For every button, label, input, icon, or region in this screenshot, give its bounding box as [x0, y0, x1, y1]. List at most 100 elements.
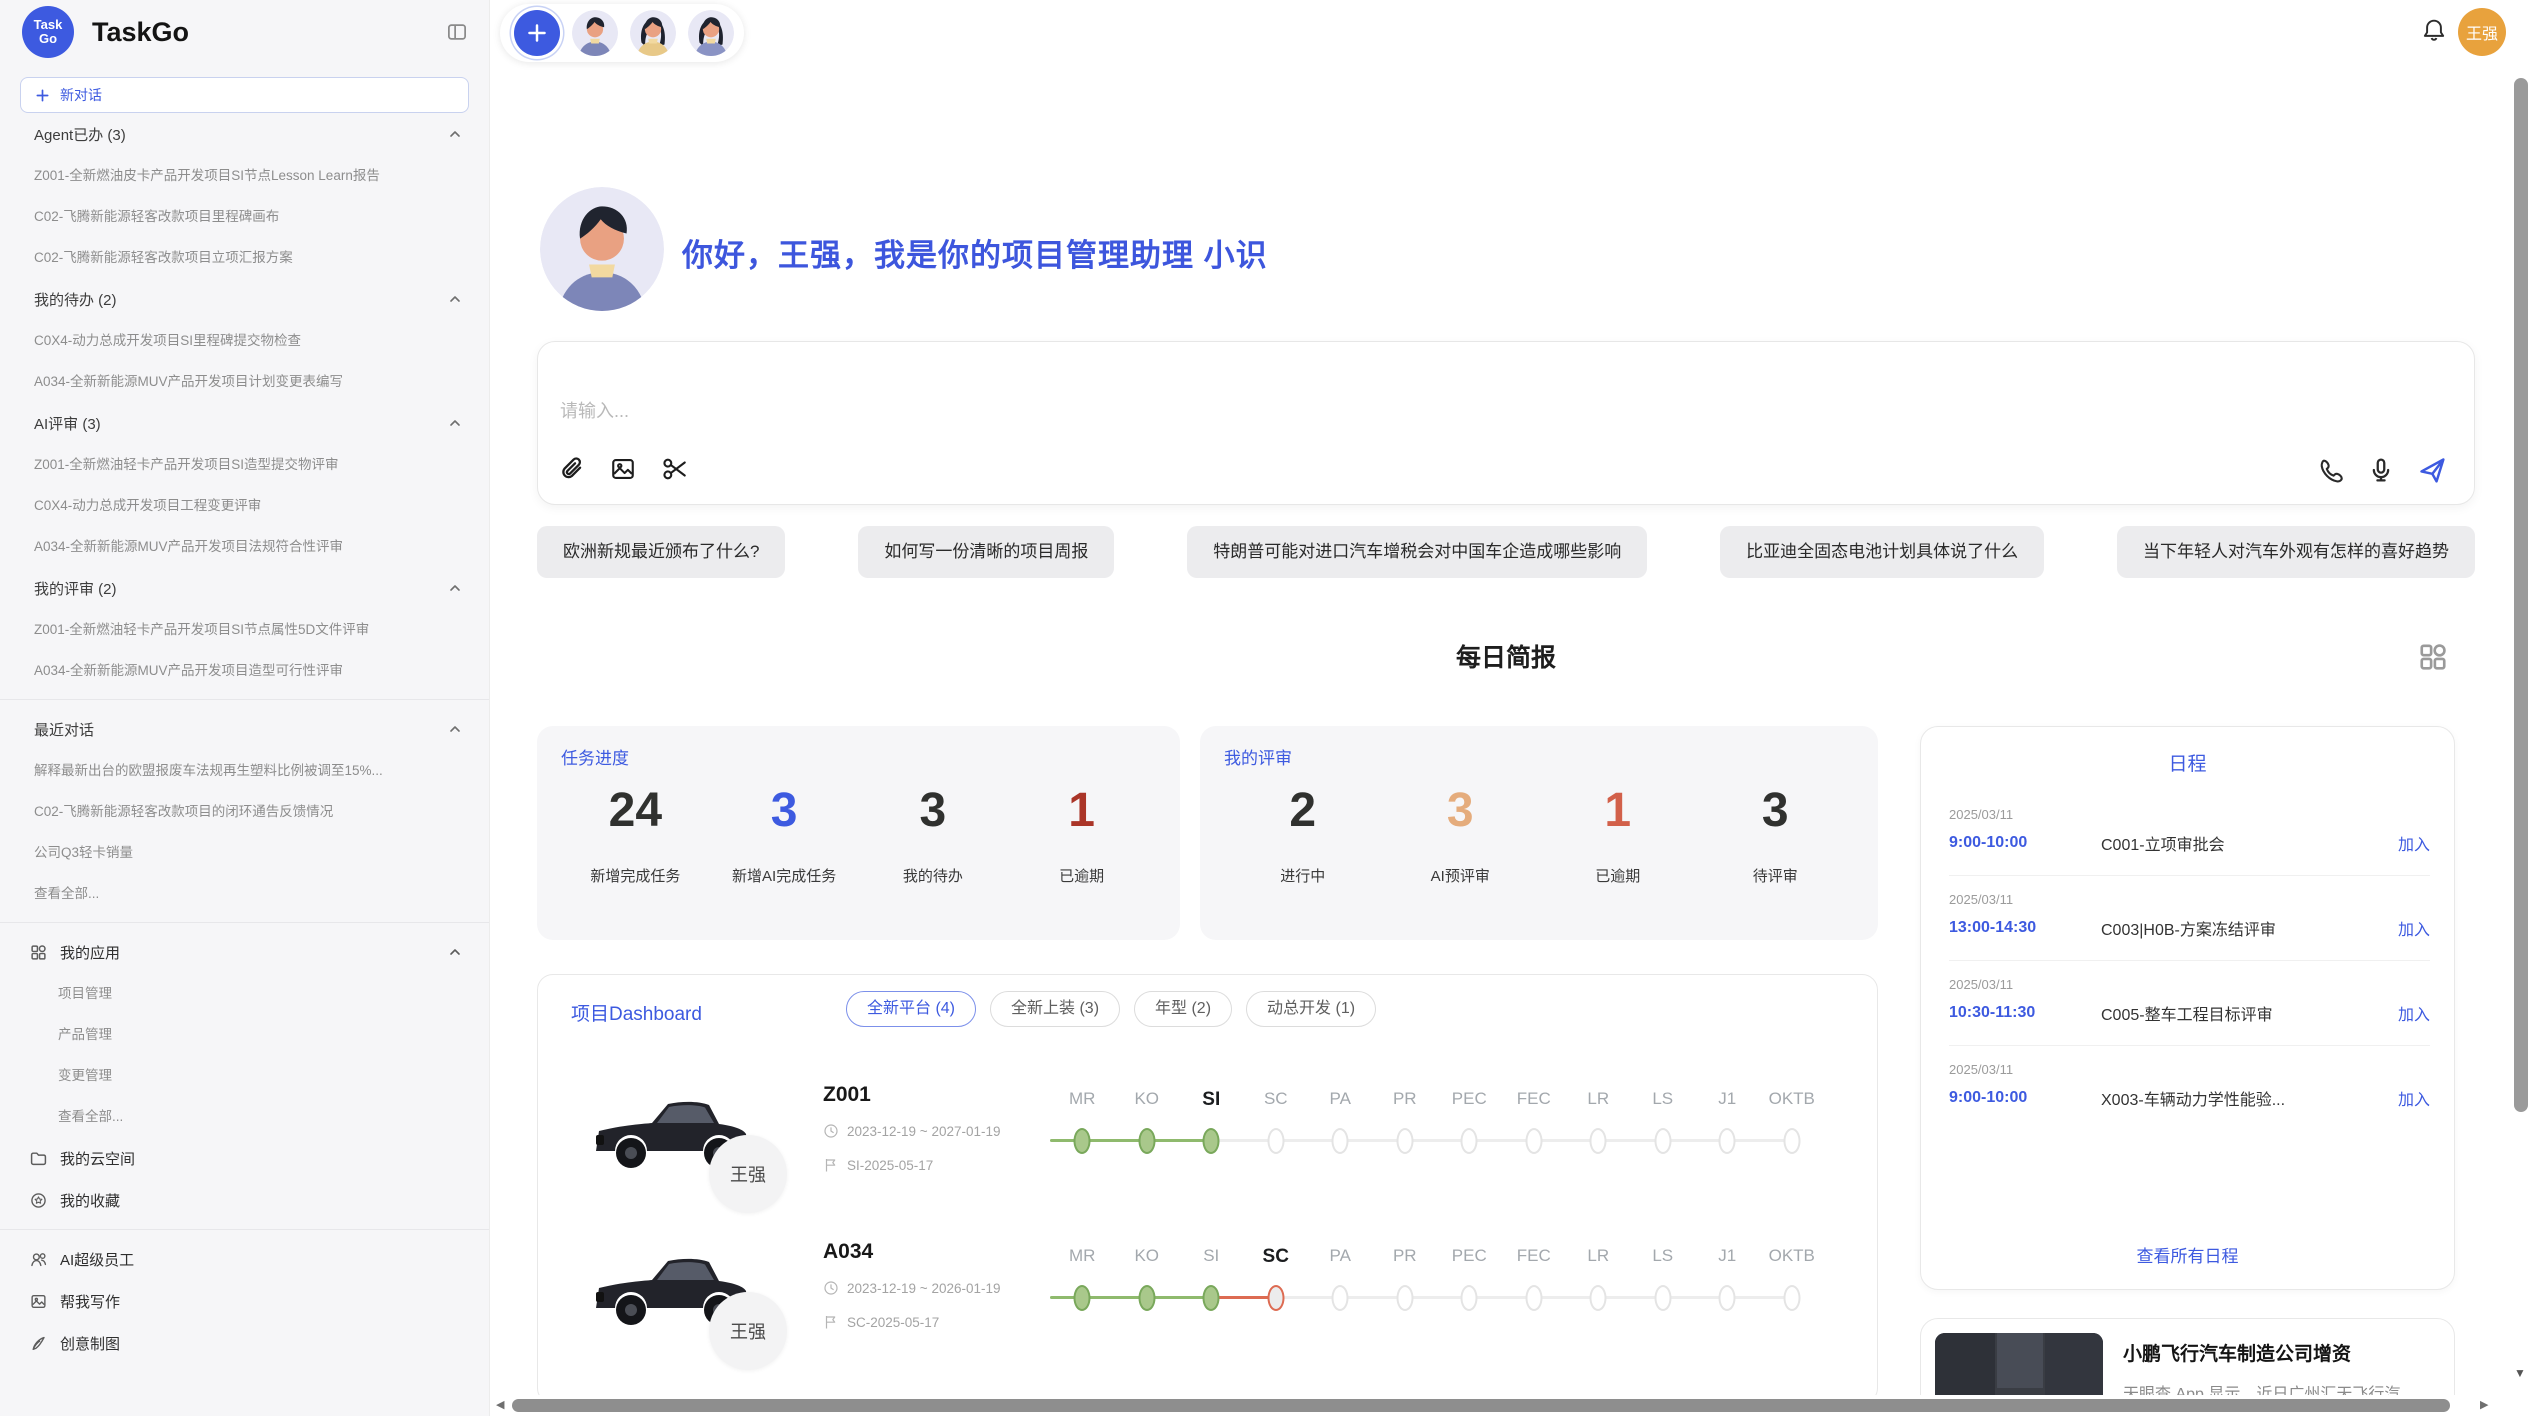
sidebar-tool-help-me-write[interactable]: 帮我写作	[0, 1280, 489, 1322]
sidebar-item[interactable]: A034-全新新能源MUV产品开发项目法规符合性评审	[0, 526, 489, 567]
recent-chat-item[interactable]: C02-飞腾新能源轻客改款项目的闭环通告反馈情况	[0, 791, 489, 832]
session-avatar-3[interactable]	[688, 10, 734, 56]
paperclip-icon[interactable]	[558, 456, 584, 482]
project-row-A034[interactable]: 王强 A034 2023-12-19 ~ 2026-01-19 SC-2025-…	[538, 1232, 1877, 1392]
suggestion-chip[interactable]: 比亚迪全固态电池计划具体说了什么	[1720, 526, 2044, 578]
milestone-timeline: MRKOSISCPAPRPECFECLRLSJ1OKTB	[1050, 1232, 1824, 1392]
schedule-event-title: C005-整车工程目标评审	[2101, 1001, 2386, 1025]
vertical-scroll-thumb[interactable]	[2514, 78, 2528, 1112]
recent-chat-item[interactable]: 解释最新出台的欧盟报废车法规再生塑料比例被调至15%...	[0, 750, 489, 791]
project-row-Z001[interactable]: 王强 Z001 2023-12-19 ~ 2027-01-19 SI-2025-…	[538, 1075, 1877, 1235]
suggestion-chip[interactable]: 如何写一份清晰的项目周报	[858, 526, 1114, 578]
join-link[interactable]: 加入	[2398, 831, 2430, 855]
scroll-right-icon[interactable]: ▶	[2480, 1398, 2488, 1411]
sidebar-tool-ai-super-staff[interactable]: AI超级员工	[0, 1238, 489, 1280]
milestone-dot-SC[interactable]	[1267, 1285, 1284, 1311]
sidebar-item[interactable]: C02-飞腾新能源轻客改款项目立项汇报方案	[0, 237, 489, 278]
milestone-label-PEC: PEC	[1437, 1246, 1502, 1266]
sidebar-item[interactable]: C02-飞腾新能源轻客改款项目里程碑画布	[0, 196, 489, 237]
milestone-dot-LR[interactable]	[1590, 1285, 1607, 1311]
app-item[interactable]: 变更管理	[0, 1055, 489, 1096]
sidebar-section-header-0[interactable]: Agent已办 (3)	[0, 113, 489, 155]
join-link[interactable]: 加入	[2398, 1086, 2430, 1110]
sidebar-item[interactable]: A034-全新新能源MUV产品开发项目计划变更表编写	[0, 361, 489, 402]
milestone-dot-PR[interactable]	[1396, 1128, 1413, 1154]
horizontal-scrollbar[interactable]: ◀ ▶	[490, 1395, 2532, 1416]
sidebar-item[interactable]: C0X4-动力总成开发项目SI里程碑提交物检查	[0, 320, 489, 361]
milestone-dot-LS[interactable]	[1654, 1128, 1671, 1154]
new-chat-button[interactable]: 新对话	[20, 77, 469, 113]
milestone-dot-FEC[interactable]	[1525, 1285, 1542, 1311]
sidebar-section-header-1[interactable]: 我的待办 (2)	[0, 278, 489, 320]
suggestion-chip[interactable]: 当下年轻人对汽车外观有怎样的喜好趋势	[2117, 526, 2475, 578]
sidebar-section-header-3[interactable]: 我的评审 (2)	[0, 567, 489, 609]
schedule-date: 2025/03/11	[1949, 807, 2430, 822]
app-item[interactable]: 项目管理	[0, 973, 489, 1014]
sidebar-item[interactable]: Z001-全新燃油轻卡产品开发项目SI节点属性5D文件评审	[0, 609, 489, 650]
join-link[interactable]: 加入	[2398, 1001, 2430, 1025]
milestone-dot-J1[interactable]	[1719, 1128, 1736, 1154]
milestone-dot-SC[interactable]	[1267, 1128, 1284, 1154]
milestone-dot-PA[interactable]	[1332, 1285, 1349, 1311]
milestone-dot-PEC[interactable]	[1461, 1285, 1478, 1311]
milestone-dot-SI[interactable]	[1203, 1128, 1220, 1154]
milestone-dot-LR[interactable]	[1590, 1128, 1607, 1154]
milestone-dot-OKTB[interactable]	[1783, 1128, 1800, 1154]
milestone-dot-FEC[interactable]	[1525, 1128, 1542, 1154]
send-icon[interactable]	[2418, 456, 2446, 484]
recent-chats-header[interactable]: 最近对话	[0, 708, 489, 750]
chat-input[interactable]	[558, 400, 1762, 423]
horizontal-scroll-thumb[interactable]	[512, 1399, 2450, 1412]
recent-chat-item[interactable]: 公司Q3轻卡销量	[0, 832, 489, 873]
flag-icon	[823, 1157, 839, 1173]
sidebar-tool-creative-drawing[interactable]: 创意制图	[0, 1322, 489, 1364]
dashboard-tab-3[interactable]: 动总开发 (1)	[1246, 991, 1376, 1027]
dashboard-tab-2[interactable]: 年型 (2)	[1134, 991, 1232, 1027]
milestone-dot-PEC[interactable]	[1461, 1128, 1478, 1154]
milestone-dot-OKTB[interactable]	[1783, 1285, 1800, 1311]
milestone-dot-J1[interactable]	[1719, 1285, 1736, 1311]
vertical-scrollbar[interactable]: ▼	[2510, 0, 2532, 1416]
bell-icon[interactable]	[2422, 18, 2446, 42]
sidebar-item[interactable]: C0X4-动力总成开发项目工程变更评审	[0, 485, 489, 526]
sidebar-section-header-2[interactable]: AI评审 (3)	[0, 402, 489, 444]
milestone-label-FEC: FEC	[1502, 1089, 1567, 1109]
my-apps-header[interactable]: 我的应用	[0, 931, 489, 973]
join-link[interactable]: 加入	[2398, 916, 2430, 940]
view-all-apps-link[interactable]: 查看全部...	[0, 1096, 489, 1137]
sidebar-link-my-cloud-space[interactable]: 我的云空间	[0, 1137, 489, 1179]
image-icon[interactable]	[610, 456, 636, 482]
sidebar-item[interactable]: A034-全新新能源MUV产品开发项目造型可行性评审	[0, 650, 489, 691]
suggestion-chip[interactable]: 特朗普可能对进口汽车增税会对中国车企造成哪些影响	[1187, 526, 1647, 578]
milestone-label-OKTB: OKTB	[1760, 1089, 1825, 1109]
new-session-button[interactable]	[514, 10, 560, 56]
milestone-dot-LS[interactable]	[1654, 1285, 1671, 1311]
scissors-icon[interactable]	[662, 456, 688, 482]
milestone-dot-MR[interactable]	[1074, 1285, 1091, 1311]
user-avatar[interactable]: 王强	[2458, 8, 2506, 56]
app-item[interactable]: 产品管理	[0, 1014, 489, 1055]
milestone-dot-PA[interactable]	[1332, 1128, 1349, 1154]
grid-widget-icon[interactable]	[2418, 642, 2448, 672]
suggestion-chip[interactable]: 欧洲新规最近颁布了什么?	[537, 526, 785, 578]
session-avatar-1[interactable]	[572, 10, 618, 56]
dashboard-tab-1[interactable]: 全新上装 (3)	[990, 991, 1120, 1027]
milestone-dot-SI[interactable]	[1203, 1285, 1220, 1311]
sidebar-item[interactable]: Z001-全新燃油皮卡产品开发项目SI节点Lesson Learn报告	[0, 155, 489, 196]
sidebar-item[interactable]: Z001-全新燃油轻卡产品开发项目SI造型提交物评审	[0, 444, 489, 485]
milestone-dot-KO[interactable]	[1138, 1128, 1155, 1154]
tool-label: 帮我写作	[60, 1291, 463, 1312]
dashboard-tab-0[interactable]: 全新平台 (4)	[846, 991, 976, 1027]
view-all-chats-link[interactable]: 查看全部...	[0, 873, 489, 914]
scroll-left-icon[interactable]: ◀	[496, 1398, 504, 1411]
scroll-down-icon[interactable]: ▼	[2514, 1366, 2526, 1380]
milestone-dot-MR[interactable]	[1074, 1128, 1091, 1154]
phone-icon[interactable]	[2318, 457, 2344, 483]
session-avatar-2[interactable]	[630, 10, 676, 56]
sidebar-link-my-favorites[interactable]: 我的收藏	[0, 1179, 489, 1221]
view-all-schedule-link[interactable]: 查看所有日程	[1921, 1242, 2454, 1267]
milestone-dot-PR[interactable]	[1396, 1285, 1413, 1311]
mic-icon[interactable]	[2368, 457, 2394, 483]
panel-collapse-icon[interactable]	[447, 22, 467, 42]
milestone-dot-KO[interactable]	[1138, 1285, 1155, 1311]
